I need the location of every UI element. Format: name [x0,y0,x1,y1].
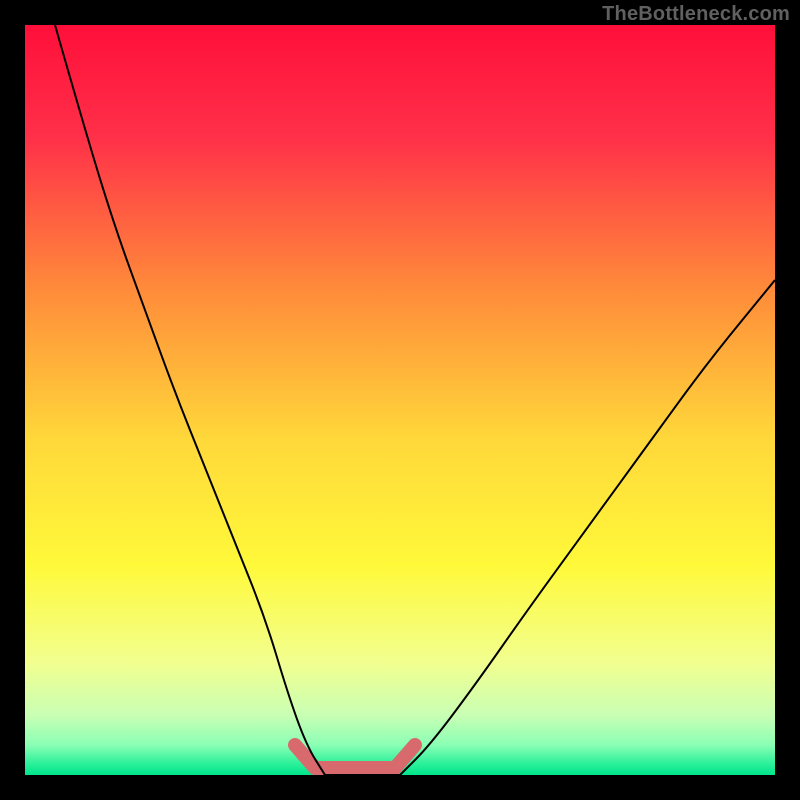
watermark-label: TheBottleneck.com [602,3,790,26]
plot-area [25,25,775,775]
outer-frame: TheBottleneck.com [0,0,800,800]
bottleneck-curve [55,25,775,775]
curve-layer [25,25,775,775]
